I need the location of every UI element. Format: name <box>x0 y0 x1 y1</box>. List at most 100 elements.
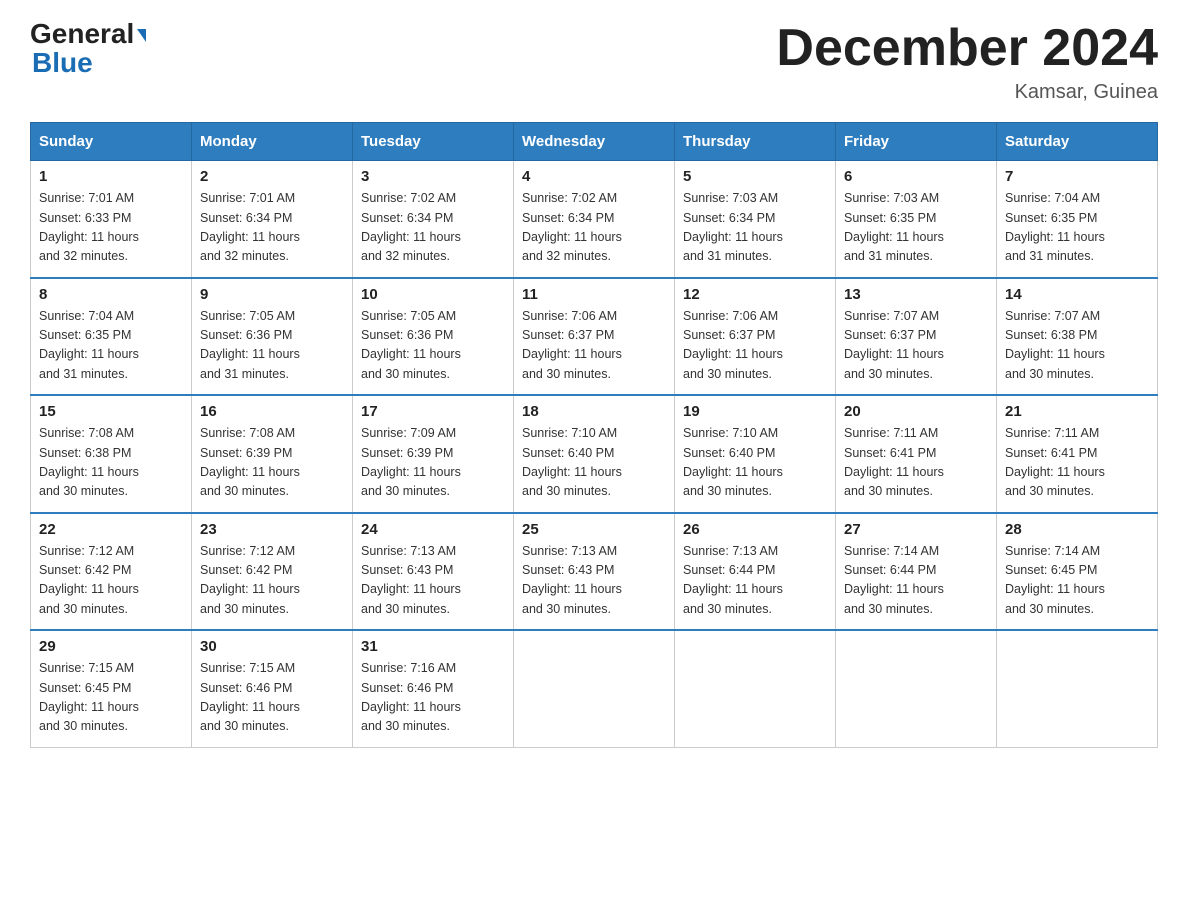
day-info: Sunrise: 7:05 AM Sunset: 6:36 PM Dayligh… <box>200 307 344 385</box>
calendar-day-cell: 8 Sunrise: 7:04 AM Sunset: 6:35 PM Dayli… <box>31 278 192 396</box>
day-info: Sunrise: 7:10 AM Sunset: 6:40 PM Dayligh… <box>683 424 827 502</box>
calendar-day-cell: 24 Sunrise: 7:13 AM Sunset: 6:43 PM Dayl… <box>353 513 514 631</box>
calendar-day-cell: 25 Sunrise: 7:13 AM Sunset: 6:43 PM Dayl… <box>514 513 675 631</box>
calendar-day-cell: 20 Sunrise: 7:11 AM Sunset: 6:41 PM Dayl… <box>836 395 997 513</box>
calendar-day-cell <box>836 630 997 747</box>
day-info: Sunrise: 7:04 AM Sunset: 6:35 PM Dayligh… <box>1005 189 1149 267</box>
day-info: Sunrise: 7:08 AM Sunset: 6:38 PM Dayligh… <box>39 424 183 502</box>
day-info: Sunrise: 7:06 AM Sunset: 6:37 PM Dayligh… <box>522 307 666 385</box>
weekday-header-row: Sunday Monday Tuesday Wednesday Thursday… <box>31 123 1158 161</box>
calendar-day-cell: 13 Sunrise: 7:07 AM Sunset: 6:37 PM Dayl… <box>836 278 997 396</box>
day-info: Sunrise: 7:06 AM Sunset: 6:37 PM Dayligh… <box>683 307 827 385</box>
day-number: 27 <box>844 521 988 538</box>
day-number: 16 <box>200 403 344 420</box>
logo: General Blue <box>30 20 146 79</box>
calendar-day-cell: 23 Sunrise: 7:12 AM Sunset: 6:42 PM Dayl… <box>192 513 353 631</box>
calendar-day-cell: 7 Sunrise: 7:04 AM Sunset: 6:35 PM Dayli… <box>997 161 1158 278</box>
day-number: 24 <box>361 521 505 538</box>
day-number: 21 <box>1005 403 1149 420</box>
calendar-title: December 2024 <box>776 20 1158 77</box>
calendar-day-cell: 2 Sunrise: 7:01 AM Sunset: 6:34 PM Dayli… <box>192 161 353 278</box>
day-number: 22 <box>39 521 183 538</box>
day-info: Sunrise: 7:05 AM Sunset: 6:36 PM Dayligh… <box>361 307 505 385</box>
day-info: Sunrise: 7:08 AM Sunset: 6:39 PM Dayligh… <box>200 424 344 502</box>
day-info: Sunrise: 7:04 AM Sunset: 6:35 PM Dayligh… <box>39 307 183 385</box>
calendar-week-row: 8 Sunrise: 7:04 AM Sunset: 6:35 PM Dayli… <box>31 278 1158 396</box>
day-info: Sunrise: 7:11 AM Sunset: 6:41 PM Dayligh… <box>1005 424 1149 502</box>
calendar-day-cell: 14 Sunrise: 7:07 AM Sunset: 6:38 PM Dayl… <box>997 278 1158 396</box>
header-thursday: Thursday <box>675 123 836 161</box>
day-number: 9 <box>200 286 344 303</box>
calendar-day-cell: 3 Sunrise: 7:02 AM Sunset: 6:34 PM Dayli… <box>353 161 514 278</box>
day-number: 5 <box>683 168 827 185</box>
calendar-subtitle: Kamsar, Guinea <box>776 81 1158 104</box>
day-info: Sunrise: 7:07 AM Sunset: 6:38 PM Dayligh… <box>1005 307 1149 385</box>
day-info: Sunrise: 7:15 AM Sunset: 6:45 PM Dayligh… <box>39 659 183 737</box>
day-info: Sunrise: 7:14 AM Sunset: 6:45 PM Dayligh… <box>1005 542 1149 620</box>
calendar-week-row: 22 Sunrise: 7:12 AM Sunset: 6:42 PM Dayl… <box>31 513 1158 631</box>
day-number: 3 <box>361 168 505 185</box>
logo-blue: Blue <box>32 48 93 79</box>
calendar-day-cell: 16 Sunrise: 7:08 AM Sunset: 6:39 PM Dayl… <box>192 395 353 513</box>
day-number: 6 <box>844 168 988 185</box>
day-info: Sunrise: 7:13 AM Sunset: 6:44 PM Dayligh… <box>683 542 827 620</box>
calendar-day-cell: 18 Sunrise: 7:10 AM Sunset: 6:40 PM Dayl… <box>514 395 675 513</box>
day-number: 2 <box>200 168 344 185</box>
day-number: 12 <box>683 286 827 303</box>
calendar-day-cell: 10 Sunrise: 7:05 AM Sunset: 6:36 PM Dayl… <box>353 278 514 396</box>
header-monday: Monday <box>192 123 353 161</box>
header-sunday: Sunday <box>31 123 192 161</box>
calendar-week-row: 15 Sunrise: 7:08 AM Sunset: 6:38 PM Dayl… <box>31 395 1158 513</box>
day-info: Sunrise: 7:12 AM Sunset: 6:42 PM Dayligh… <box>200 542 344 620</box>
calendar-day-cell: 21 Sunrise: 7:11 AM Sunset: 6:41 PM Dayl… <box>997 395 1158 513</box>
day-number: 7 <box>1005 168 1149 185</box>
day-info: Sunrise: 7:12 AM Sunset: 6:42 PM Dayligh… <box>39 542 183 620</box>
day-number: 31 <box>361 638 505 655</box>
day-info: Sunrise: 7:09 AM Sunset: 6:39 PM Dayligh… <box>361 424 505 502</box>
day-number: 20 <box>844 403 988 420</box>
calendar-day-cell: 15 Sunrise: 7:08 AM Sunset: 6:38 PM Dayl… <box>31 395 192 513</box>
day-number: 25 <box>522 521 666 538</box>
calendar-table: Sunday Monday Tuesday Wednesday Thursday… <box>30 122 1158 748</box>
day-number: 30 <box>200 638 344 655</box>
calendar-day-cell <box>997 630 1158 747</box>
calendar-day-cell: 1 Sunrise: 7:01 AM Sunset: 6:33 PM Dayli… <box>31 161 192 278</box>
calendar-day-cell <box>514 630 675 747</box>
calendar-day-cell: 19 Sunrise: 7:10 AM Sunset: 6:40 PM Dayl… <box>675 395 836 513</box>
calendar-day-cell: 5 Sunrise: 7:03 AM Sunset: 6:34 PM Dayli… <box>675 161 836 278</box>
title-area: December 2024 Kamsar, Guinea <box>776 20 1158 104</box>
day-info: Sunrise: 7:02 AM Sunset: 6:34 PM Dayligh… <box>522 189 666 267</box>
calendar-day-cell: 28 Sunrise: 7:14 AM Sunset: 6:45 PM Dayl… <box>997 513 1158 631</box>
calendar-day-cell: 12 Sunrise: 7:06 AM Sunset: 6:37 PM Dayl… <box>675 278 836 396</box>
day-number: 11 <box>522 286 666 303</box>
day-number: 26 <box>683 521 827 538</box>
header-tuesday: Tuesday <box>353 123 514 161</box>
header-saturday: Saturday <box>997 123 1158 161</box>
calendar-week-row: 1 Sunrise: 7:01 AM Sunset: 6:33 PM Dayli… <box>31 161 1158 278</box>
header-wednesday: Wednesday <box>514 123 675 161</box>
day-number: 13 <box>844 286 988 303</box>
calendar-day-cell: 27 Sunrise: 7:14 AM Sunset: 6:44 PM Dayl… <box>836 513 997 631</box>
calendar-day-cell: 26 Sunrise: 7:13 AM Sunset: 6:44 PM Dayl… <box>675 513 836 631</box>
day-info: Sunrise: 7:02 AM Sunset: 6:34 PM Dayligh… <box>361 189 505 267</box>
calendar-day-cell: 4 Sunrise: 7:02 AM Sunset: 6:34 PM Dayli… <box>514 161 675 278</box>
day-info: Sunrise: 7:01 AM Sunset: 6:34 PM Dayligh… <box>200 189 344 267</box>
calendar-day-cell <box>675 630 836 747</box>
day-number: 23 <box>200 521 344 538</box>
calendar-day-cell: 22 Sunrise: 7:12 AM Sunset: 6:42 PM Dayl… <box>31 513 192 631</box>
day-info: Sunrise: 7:03 AM Sunset: 6:34 PM Dayligh… <box>683 189 827 267</box>
day-info: Sunrise: 7:11 AM Sunset: 6:41 PM Dayligh… <box>844 424 988 502</box>
calendar-week-row: 29 Sunrise: 7:15 AM Sunset: 6:45 PM Dayl… <box>31 630 1158 747</box>
day-info: Sunrise: 7:13 AM Sunset: 6:43 PM Dayligh… <box>361 542 505 620</box>
day-info: Sunrise: 7:15 AM Sunset: 6:46 PM Dayligh… <box>200 659 344 737</box>
calendar-day-cell: 9 Sunrise: 7:05 AM Sunset: 6:36 PM Dayli… <box>192 278 353 396</box>
header-friday: Friday <box>836 123 997 161</box>
day-number: 28 <box>1005 521 1149 538</box>
day-number: 29 <box>39 638 183 655</box>
day-info: Sunrise: 7:07 AM Sunset: 6:37 PM Dayligh… <box>844 307 988 385</box>
calendar-day-cell: 11 Sunrise: 7:06 AM Sunset: 6:37 PM Dayl… <box>514 278 675 396</box>
day-number: 14 <box>1005 286 1149 303</box>
day-info: Sunrise: 7:16 AM Sunset: 6:46 PM Dayligh… <box>361 659 505 737</box>
day-info: Sunrise: 7:01 AM Sunset: 6:33 PM Dayligh… <box>39 189 183 267</box>
day-number: 4 <box>522 168 666 185</box>
